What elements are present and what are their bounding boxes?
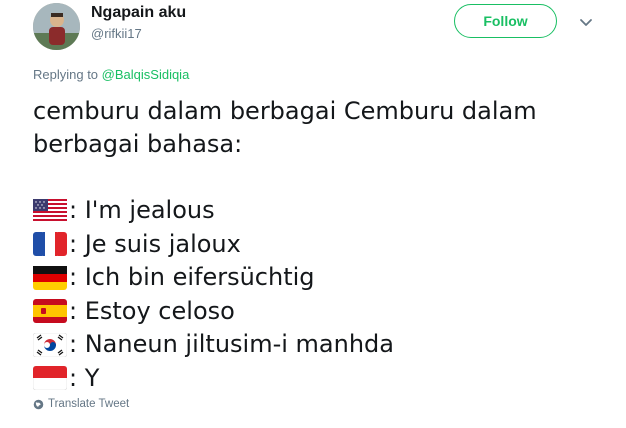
author-handle[interactable]: @rifkii17 <box>91 26 142 41</box>
list-item: : I'm jealous <box>33 194 593 228</box>
avatar-image <box>33 3 80 50</box>
list-item-text: : Estoy celoso <box>69 296 235 325</box>
list-item: : Je suis jaloux <box>33 228 593 262</box>
author-name[interactable]: Ngapain aku <box>91 4 186 22</box>
list-item: : Ich bin eifersüchtig <box>33 261 593 295</box>
tweet-intro: cemburu dalam berbagai Cemburu dalam ber… <box>33 97 537 158</box>
list-item-text: : Naneun jiltusim-i manhda <box>69 330 394 359</box>
follow-button[interactable]: Follow <box>454 4 557 38</box>
list-item-text: : I'm jealous <box>69 196 215 225</box>
tweet-text: cemburu dalam berbagai Cemburu dalam ber… <box>33 95 593 395</box>
list-item-text: : Ich bin eifersüchtig <box>69 263 315 292</box>
south-korea-flag-icon <box>33 332 67 357</box>
replying-to-label: Replying to <box>33 67 99 82</box>
list-item: : Naneun jiltusim-i manhda <box>33 328 593 362</box>
translate-tweet-label[interactable]: Translate Tweet <box>48 398 129 410</box>
more-options-chevron-down-icon[interactable] <box>576 12 596 32</box>
list-item: : Estoy celoso <box>33 295 593 329</box>
germany-flag-icon <box>33 265 67 290</box>
spain-flag-icon <box>33 299 67 324</box>
avatar[interactable] <box>33 3 80 50</box>
globe-icon <box>33 399 44 409</box>
list-item: : Y <box>33 362 593 396</box>
translate-tweet-link[interactable]: Translate Tweet <box>33 398 129 410</box>
list-item-text: : Y <box>69 363 100 392</box>
replying-to-link[interactable]: @BalqisSidiqia <box>102 67 190 82</box>
indonesia-flag-icon <box>33 366 67 391</box>
replying-to: Replying to @BalqisSidiqia <box>33 67 189 82</box>
us-flag-icon <box>33 198 67 223</box>
france-flag-icon <box>33 232 67 257</box>
list-item-text: : Je suis jaloux <box>69 229 241 258</box>
